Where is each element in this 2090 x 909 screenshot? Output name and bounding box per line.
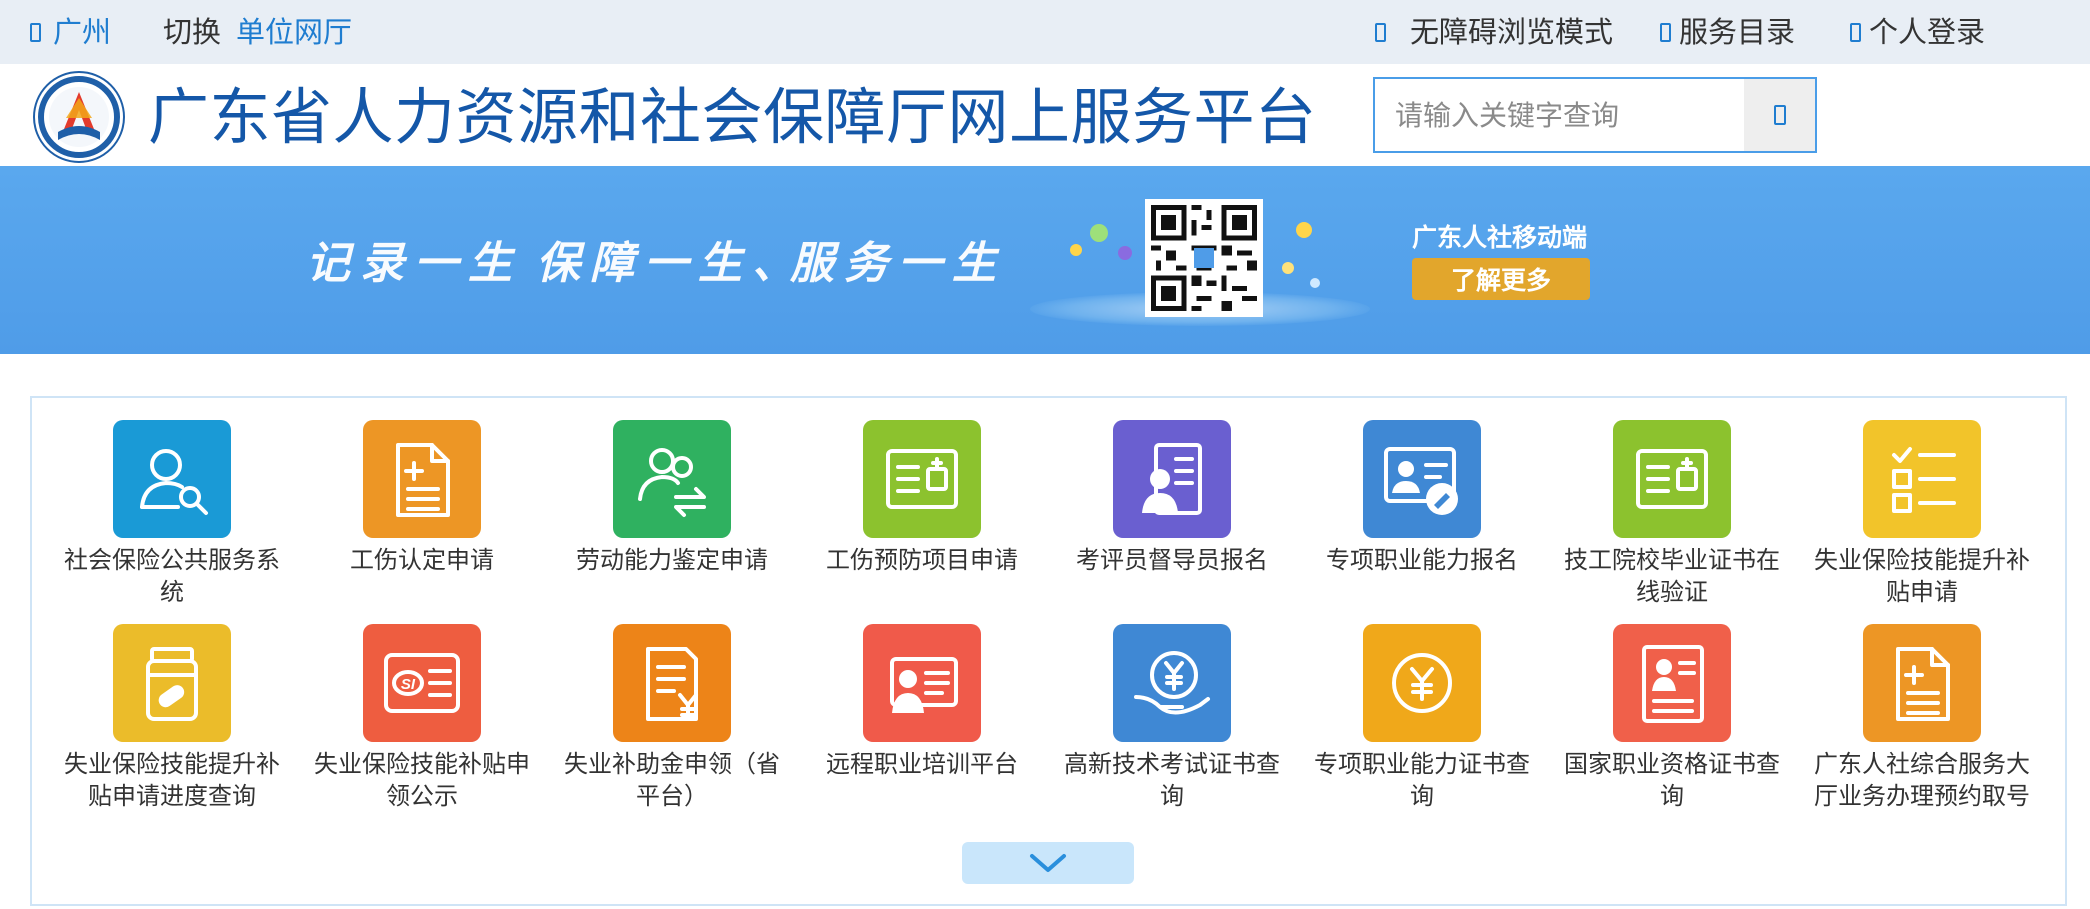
service-label: 社会保险公共服务系统 <box>64 546 280 606</box>
promo-banner[interactable]: 记录一生 保障一生、 服务一生 广东人社移动端 了解更多 <box>0 166 2090 354</box>
slogan-serve: 服务一生 <box>790 238 1006 289</box>
person-certificate-icon <box>1613 624 1731 742</box>
service-label: 高新技术考试证书查询 <box>1064 750 1280 810</box>
accessibility-icon <box>1375 22 1386 42</box>
decor-bubble <box>1090 224 1108 242</box>
decor-bubble <box>1296 222 1312 238</box>
service-tile[interactable]: 劳动能力鉴定申请 <box>547 420 797 576</box>
accessibility-mode-link[interactable]: 无障碍浏览模式 <box>1375 15 1613 49</box>
service-tile[interactable]: 专项职业能力证书查询 <box>1297 624 1547 812</box>
social-insurance-card-icon: SI <box>363 624 481 742</box>
site-logo[interactable] <box>32 70 126 164</box>
yen-hand-icon <box>1113 624 1231 742</box>
service-tile[interactable]: 国家职业资格证书查询 <box>1547 624 1797 812</box>
top-utility-bar: 广州 切换 单位网厅 无障碍浏览模式 服务目录 个人登录 <box>0 0 2090 64</box>
decor-bubble <box>1310 278 1320 288</box>
service-label: 劳动能力鉴定申请 <box>576 546 768 574</box>
service-label: 失业保险技能补贴申领公示 <box>314 750 530 810</box>
search-icon <box>1773 105 1786 125</box>
personal-login-label: 个人登录 <box>1869 15 1986 49</box>
user-search-icon <box>113 420 231 538</box>
service-label: 专项职业能力证书查询 <box>1314 750 1530 810</box>
document-add-icon <box>363 420 481 538</box>
expand-more-button[interactable] <box>962 842 1134 884</box>
checklist-icon <box>1863 420 1981 538</box>
service-label: 工伤认定申请 <box>350 546 494 574</box>
decor-bubble <box>1070 244 1082 256</box>
certificate-card-icon <box>1613 420 1731 538</box>
city-selector[interactable]: 广州 <box>30 15 111 49</box>
users-transfer-icon <box>613 420 731 538</box>
service-tile[interactable]: 专项职业能力报名 <box>1297 420 1547 576</box>
service-label: 失业保险技能提升补贴申请 <box>1814 546 2030 606</box>
service-tile[interactable]: 失业保险技能提升补贴申请进度查询 <box>47 624 297 812</box>
decor-bubble <box>1118 246 1132 260</box>
location-icon <box>30 22 41 42</box>
service-label: 专项职业能力报名 <box>1326 546 1518 574</box>
service-label: 工伤预防项目申请 <box>826 546 1018 574</box>
personal-login-link[interactable]: 个人登录 <box>1850 15 1985 49</box>
learn-more-button[interactable]: 了解更多 <box>1412 258 1590 300</box>
medicine-bottle-icon <box>113 624 231 742</box>
service-label: 考评员督导员报名 <box>1076 546 1268 574</box>
medical-card-icon <box>863 420 981 538</box>
services-panel: 社会保险公共服务系统 工伤认定申请 劳动能力鉴定申请 工伤预防项目申请 考评员督导员报名… <box>30 396 2067 906</box>
unit-hall-link[interactable]: 单位网厅 <box>236 15 352 49</box>
service-label: 失业补助金申领（省平台） <box>564 750 780 810</box>
service-catalog-link[interactable]: 服务目录 <box>1660 15 1795 49</box>
site-title: 广东省人力资源和社会保障厅网上服务平台 <box>148 82 1317 153</box>
search-button[interactable] <box>1744 79 1815 151</box>
service-catalog-label: 服务目录 <box>1679 15 1796 49</box>
city-label: 广州 <box>53 15 112 49</box>
svg-text:SI: SI <box>401 676 416 693</box>
search-box <box>1373 77 1817 153</box>
user-icon <box>1850 22 1861 42</box>
service-tile[interactable]: 失业补助金申领（省平台） <box>547 624 797 812</box>
service-tile[interactable]: 高新技术考试证书查询 <box>1047 624 1297 812</box>
search-input[interactable] <box>1375 79 1744 151</box>
qr-code <box>1145 199 1263 317</box>
document-add-icon <box>1863 624 1981 742</box>
service-tile[interactable]: 考评员督导员报名 <box>1047 420 1297 576</box>
slogan-record: 记录一生 <box>306 238 522 289</box>
service-tile[interactable]: 失业保险技能提升补贴申请 <box>1797 420 2047 608</box>
service-tile[interactable]: 社会保险公共服务系统 <box>47 420 297 608</box>
profile-document-icon <box>1113 420 1231 538</box>
id-card-icon <box>863 624 981 742</box>
service-tile[interactable]: 工伤预防项目申请 <box>797 420 1047 576</box>
id-card-edit-icon <box>1363 420 1481 538</box>
switch-label: 切换 <box>163 15 222 49</box>
service-label: 远程职业培训平台 <box>826 750 1018 778</box>
service-tile[interactable]: 技工院校毕业证书在线验证 <box>1547 420 1797 608</box>
catalog-icon <box>1660 22 1671 42</box>
service-tile[interactable]: 远程职业培训平台 <box>797 624 1047 780</box>
mobile-app-title: 广东人社移动端 <box>1412 223 1588 252</box>
service-label: 失业保险技能提升补贴申请进度查询 <box>64 750 280 810</box>
yen-coin-icon <box>1363 624 1481 742</box>
accessibility-label: 无障碍浏览模式 <box>1410 15 1614 49</box>
service-tile[interactable]: SI 失业保险技能补贴申领公示 <box>297 624 547 812</box>
slogan-protect: 保障一生、 <box>536 238 806 289</box>
service-label: 国家职业资格证书查询 <box>1564 750 1780 810</box>
service-label: 广东人社综合服务大厅业务办理预约取号 <box>1814 750 2030 810</box>
chevron-down-icon <box>1030 854 1066 872</box>
service-tile[interactable]: 工伤认定申请 <box>297 420 547 576</box>
decor-bubble <box>1282 262 1294 274</box>
service-tile[interactable]: 广东人社综合服务大厅业务办理预约取号 <box>1797 624 2047 812</box>
invoice-yen-icon <box>613 624 731 742</box>
service-label: 技工院校毕业证书在线验证 <box>1564 546 1780 606</box>
